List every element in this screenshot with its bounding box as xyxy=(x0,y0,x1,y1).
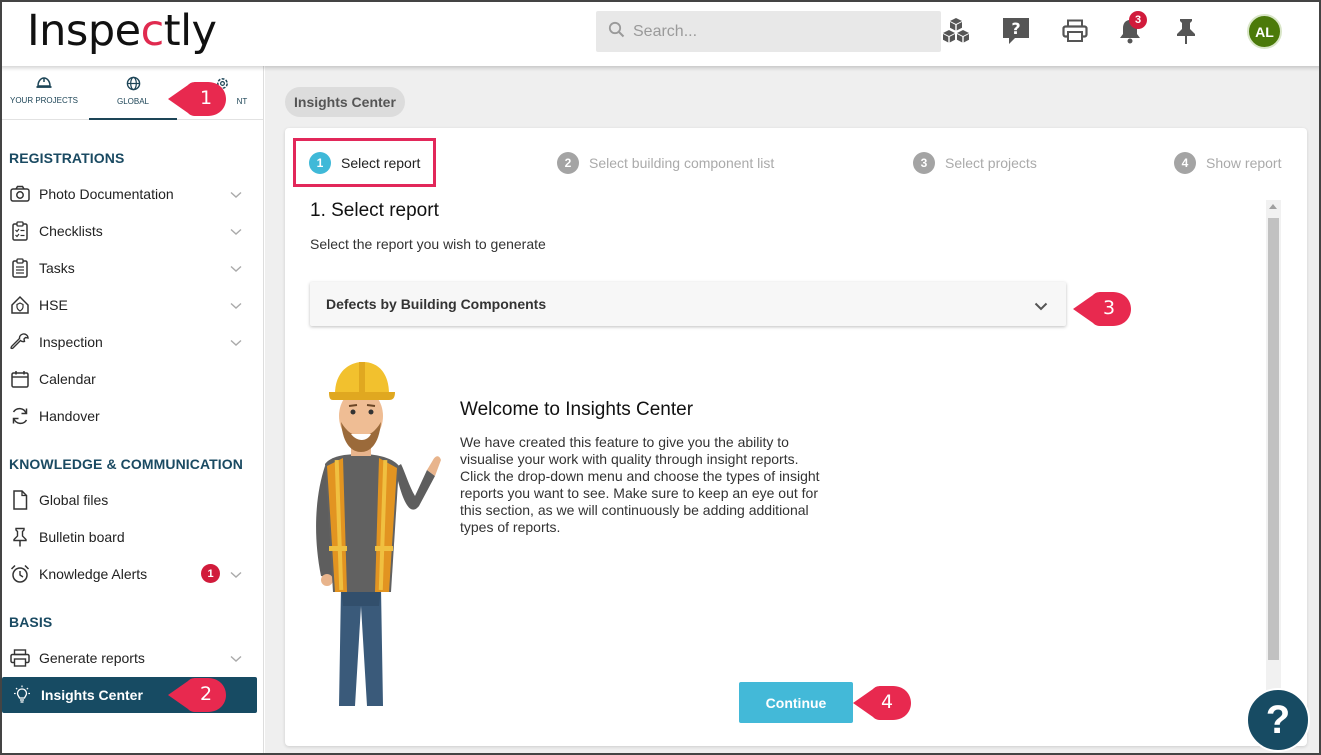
breadcrumb[interactable]: Insights Center xyxy=(285,87,405,117)
wrench-icon xyxy=(9,331,31,353)
sidebar-item-tasks[interactable]: Tasks xyxy=(0,250,258,286)
sidebar-item-hse[interactable]: HSE xyxy=(0,287,258,323)
welcome-title: Welcome to Insights Center xyxy=(460,399,694,420)
user-avatar[interactable]: AL xyxy=(1247,14,1282,49)
sidebar-item-inspection[interactable]: Inspection xyxy=(0,324,258,360)
sidebar-item-photo-documentation[interactable]: Photo Documentation xyxy=(0,176,258,212)
chevron-down-icon[interactable] xyxy=(230,186,242,202)
chevron-down-icon xyxy=(1034,298,1048,314)
search-input[interactable] xyxy=(633,22,913,41)
pin-icon[interactable] xyxy=(1169,14,1203,48)
chevron-down-icon[interactable] xyxy=(230,223,242,239)
report-type-dropdown[interactable]: Defects by Building Components xyxy=(310,282,1066,326)
camera-icon xyxy=(9,183,31,205)
alarm-clock-icon xyxy=(9,563,31,585)
active-tab-indicator xyxy=(89,118,177,120)
sidebar-item-calendar[interactable]: Calendar xyxy=(0,361,258,397)
hardhat-icon xyxy=(0,76,88,92)
step-select-projects[interactable]: 3 Select projects xyxy=(913,152,1037,174)
section-subheading: Select the report you wish to generate xyxy=(310,236,546,252)
refresh-icon xyxy=(9,405,31,427)
scroll-up-arrow[interactable] xyxy=(1269,204,1277,209)
sidebar-item-knowledge-alerts[interactable]: Knowledge Alerts 1 xyxy=(0,556,258,592)
search-icon xyxy=(608,21,625,43)
welcome-description: We have created this feature to give you… xyxy=(460,434,820,535)
globe-icon xyxy=(89,76,177,93)
section-registrations: REGISTRATIONS xyxy=(9,150,125,166)
chevron-down-icon[interactable] xyxy=(230,297,242,313)
insights-wizard-card: 1 Select report 2 Select building componen… xyxy=(285,128,1307,746)
callout-3: 3 xyxy=(1071,289,1135,334)
sidebar-item-bulletin-board[interactable]: Bulletin board xyxy=(0,519,258,555)
section-knowledge-communication: KNOWLEDGE & COMMUNICATION xyxy=(9,456,243,472)
tab-your-projects[interactable]: YOUR PROJECTS xyxy=(0,76,88,105)
chevron-down-icon[interactable] xyxy=(230,650,242,666)
main-content: Insights Center 1 Select report 2 Select b… xyxy=(265,66,1321,755)
scrollbar[interactable] xyxy=(1266,200,1281,746)
app-logo[interactable]: Inspectly xyxy=(27,6,217,56)
clipboard-checklist-icon xyxy=(9,220,31,242)
tab-global[interactable]: GLOBAL xyxy=(89,76,177,106)
search-box[interactable] xyxy=(596,11,941,52)
section-basis: BASIS xyxy=(9,614,53,630)
print-icon[interactable] xyxy=(1058,14,1092,48)
cubes-icon[interactable] xyxy=(939,14,973,48)
callout-1: 1 xyxy=(166,79,230,124)
lightbulb-icon xyxy=(11,684,33,706)
knowledge-alerts-badge: 1 xyxy=(201,564,220,583)
bell-icon[interactable]: 3 xyxy=(1113,11,1147,48)
svg-text:?: ? xyxy=(1011,19,1020,38)
continue-button[interactable]: Continue xyxy=(739,682,853,723)
step-show-report[interactable]: 4 Show report xyxy=(1174,152,1281,174)
construction-worker-illustration xyxy=(316,362,441,706)
notification-badge: 3 xyxy=(1129,11,1147,29)
sidebar: YOUR PROJECTS GLOBAL NT REGISTRATIONS Ph… xyxy=(0,66,264,755)
callout-2: 2 xyxy=(166,675,230,720)
help-chat-icon[interactable]: ? xyxy=(999,14,1033,48)
sidebar-item-handover[interactable]: Handover xyxy=(0,398,258,434)
pin-icon xyxy=(9,526,31,548)
chevron-down-icon[interactable] xyxy=(230,260,242,276)
step-select-building-component-list[interactable]: 2 Select building component list xyxy=(557,152,774,174)
print-icon xyxy=(9,647,31,669)
highlight-box xyxy=(293,138,436,187)
sidebar-item-generate-reports[interactable]: Generate reports xyxy=(0,640,258,676)
file-icon xyxy=(9,489,31,511)
chevron-down-icon[interactable] xyxy=(230,334,242,350)
callout-4: 4 xyxy=(851,683,915,728)
sidebar-item-global-files[interactable]: Global files xyxy=(0,482,258,518)
chevron-down-icon[interactable] xyxy=(230,566,242,582)
house-shield-icon xyxy=(9,294,31,316)
section-heading: 1. Select report xyxy=(310,200,439,221)
scrollbar-thumb[interactable] xyxy=(1268,218,1279,660)
top-header: Inspectly ? 3 AL xyxy=(0,0,1321,66)
help-button[interactable]: ? xyxy=(1246,688,1310,752)
clipboard-list-icon xyxy=(9,257,31,279)
calendar-icon xyxy=(9,368,31,390)
sidebar-item-checklists[interactable]: Checklists xyxy=(0,213,258,249)
